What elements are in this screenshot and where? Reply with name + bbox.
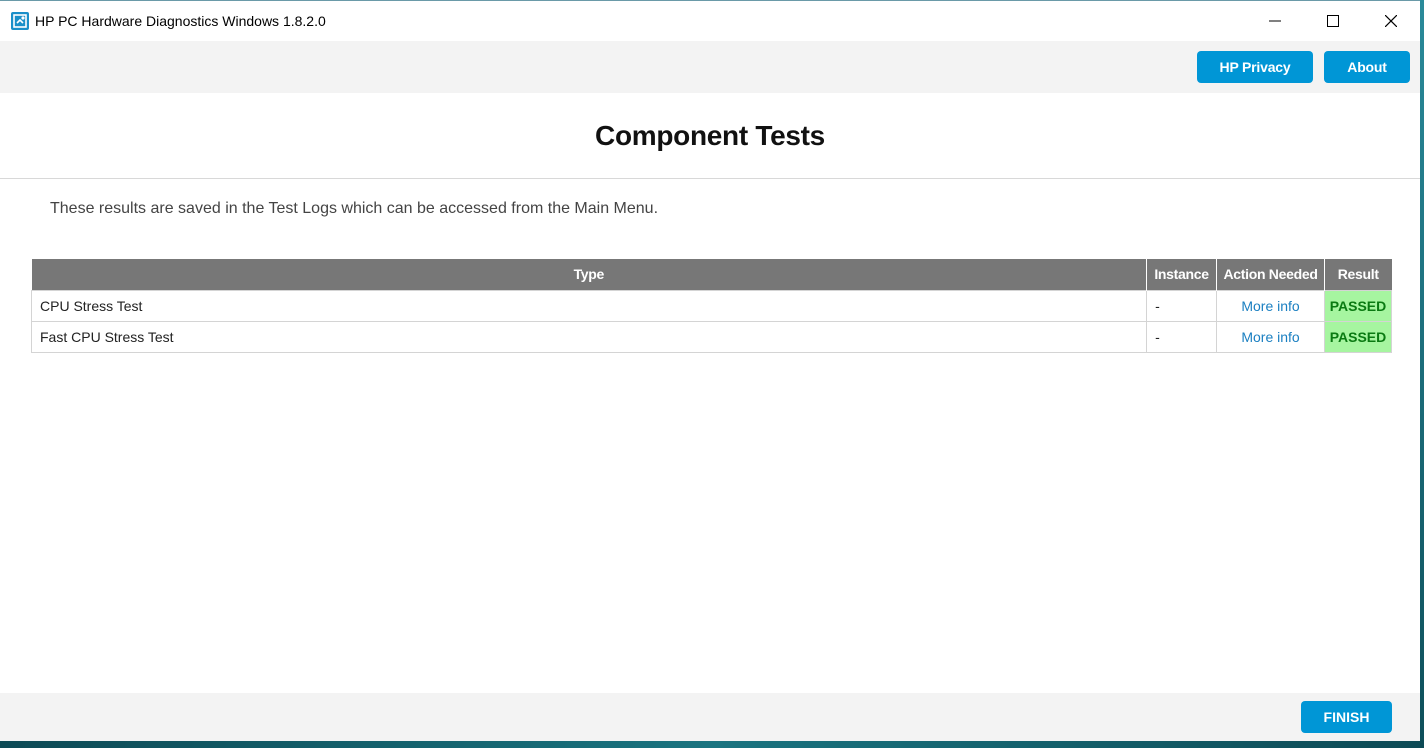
window-title: HP PC Hardware Diagnostics Windows 1.8.2… [35,13,326,29]
about-button[interactable]: About [1324,51,1410,83]
column-header-instance: Instance [1146,259,1218,290]
more-info-link[interactable]: More info [1241,298,1299,314]
result-passed-badge: PASSED [1323,289,1393,322]
finish-button[interactable]: FINISH [1301,701,1392,733]
close-icon [1385,15,1397,27]
hp-privacy-button[interactable]: HP Privacy [1197,51,1313,83]
minimize-icon [1269,20,1281,22]
results-notice: These results are saved in the Test Logs… [50,200,659,217]
footer-bar: FINISH [0,693,1420,741]
instance-cell: - [1146,289,1218,322]
results-table: Type Instance Action Needed Result CPU S… [30,259,1393,353]
maximize-icon [1327,15,1339,27]
column-header-action-needed: Action Needed [1216,259,1325,290]
app-window: HP PC Hardware Diagnostics Windows 1.8.2… [0,0,1420,741]
minimize-button[interactable] [1246,1,1304,41]
table-row: Fast CPU Stress Test - More info PASSED [30,320,1393,353]
desktop-taskbar-edge [0,740,1424,748]
desktop-background-edge [1420,0,1424,748]
more-info-link[interactable]: More info [1241,329,1299,345]
action-needed-cell: More info [1216,320,1325,353]
page-title-section: Component Tests [0,93,1420,179]
table-row: CPU Stress Test - More info PASSED [30,289,1393,322]
table-header-row: Type Instance Action Needed Result [31,259,1392,290]
window-controls [1246,1,1420,41]
hp-diagnostics-app-icon [10,11,30,31]
maximize-button[interactable] [1304,1,1362,41]
result-passed-badge: PASSED [1323,320,1393,353]
column-header-result: Result [1324,259,1392,290]
header-bar: HP Privacy About [0,41,1420,93]
title-bar[interactable]: HP PC Hardware Diagnostics Windows 1.8.2… [0,1,1420,41]
test-type-cell: Fast CPU Stress Test [30,320,1148,353]
column-header-type: Type [31,259,1148,290]
close-button[interactable] [1362,1,1420,41]
instance-cell: - [1146,320,1218,353]
action-needed-cell: More info [1216,289,1325,322]
page-title: Component Tests [595,119,825,151]
test-type-cell: CPU Stress Test [30,289,1148,322]
